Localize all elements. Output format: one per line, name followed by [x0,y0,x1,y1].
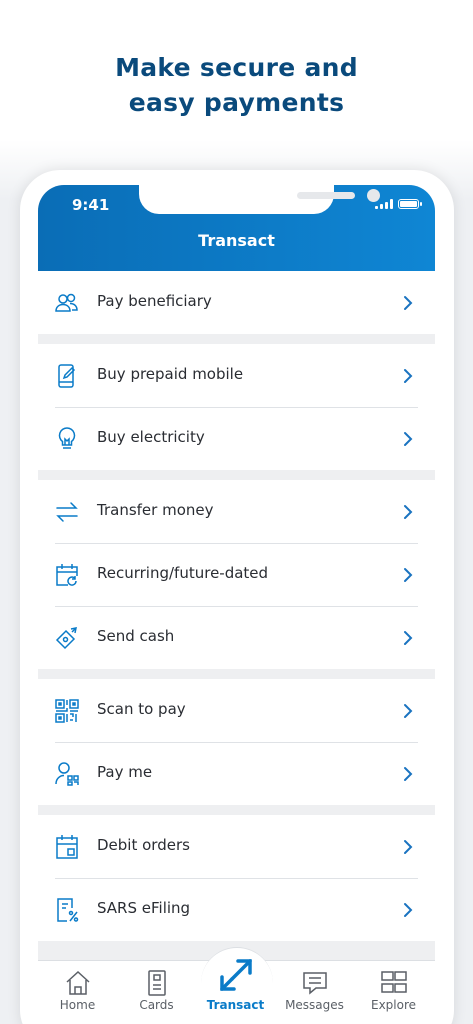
chevron-right-icon [404,432,413,446]
tab-transact[interactable]: Transact [196,959,275,1024]
chevron-right-icon [404,767,413,781]
menu-item-send-cash[interactable]: Send cash [38,606,435,669]
chevron-right-icon [404,631,413,645]
tab-label: Home [59,998,96,1012]
menu-item-buy-prepaid-mobile[interactable]: Buy prepaid mobile [38,344,435,407]
phone-screen: 9:41 Transact Pay beneficiary Buy prepai… [38,185,435,1024]
page-title: Transact [198,231,275,250]
menu-item-label: SARS eFiling [97,899,191,917]
tab-label: Explore [370,998,417,1012]
menu-group: Pay beneficiary [38,271,435,334]
menu-item-buy-electricity[interactable]: Buy electricity [38,407,435,470]
signal-icon [375,199,393,209]
person-qr-icon [55,762,79,786]
tab-messages[interactable]: Messages [275,961,354,1024]
phone-notch [139,185,380,214]
tab-label: Cards [139,998,174,1012]
menu-item-label: Recurring/future-dated [97,564,269,582]
status-time: 9:41 [72,196,110,214]
transact-icon [220,959,252,991]
chevron-right-icon [404,296,413,310]
menu-item-debit-orders[interactable]: Debit orders [38,815,435,878]
mobile-edit-icon [58,364,76,388]
menu-group: Debit orders SARS eFiling [38,815,435,941]
menu-item-label: Transfer money [97,501,214,519]
promo-headline-line1: Make secure and [115,53,358,82]
menu-item-transfer-money[interactable]: Transfer money [38,480,435,543]
lightbulb-icon [58,427,76,449]
chevron-right-icon [404,903,413,917]
menu-item-label: Buy prepaid mobile [97,365,244,383]
app-header: 9:41 Transact [38,185,435,271]
tab-label: Messages [285,998,344,1012]
chevron-right-icon [404,704,413,718]
menu-item-label: Debit orders [97,836,190,854]
calendar-recurring-icon [56,564,78,586]
battery-icon [398,199,422,209]
chevron-right-icon [404,505,413,519]
menu-group: Buy prepaid mobile Buy electricity [38,344,435,470]
tab-label: Transact [206,998,265,1012]
chevron-right-icon [404,369,413,383]
speaker-grille [297,192,355,199]
tab-cards[interactable]: Cards [117,961,196,1024]
messages-icon [303,972,327,995]
home-icon [66,970,90,995]
menu-item-label: Pay me [97,763,153,781]
transfer-arrows-icon [56,502,78,522]
menu-item-pay-me[interactable]: Pay me [38,742,435,805]
promo-headline-line2: easy payments [128,88,345,117]
menu-group: Transfer money Recurring/future-dated Se… [38,480,435,669]
tab-home[interactable]: Home [38,961,117,1024]
menu-item-label: Scan to pay [97,700,186,718]
status-icons [375,199,422,209]
menu-group: Scan to pay Pay me [38,679,435,805]
menu-item-scan-to-pay[interactable]: Scan to pay [38,679,435,742]
chevron-right-icon [404,840,413,854]
calendar-debit-icon [56,835,78,859]
tab-explore[interactable]: Explore [354,961,433,1024]
menu-item-label: Buy electricity [97,428,205,446]
people-icon [55,293,78,312]
bottom-tab-bar: Home Cards Transact Messages Explore [38,947,435,1024]
card-icon [148,970,166,996]
transact-menu: Pay beneficiary Buy prepaid mobile Buy e… [38,271,435,951]
menu-item-label: Send cash [97,627,175,645]
menu-item-recurring-future-dated[interactable]: Recurring/future-dated [38,543,435,606]
send-cash-icon [55,627,77,650]
qr-code-icon [55,699,79,723]
menu-item-pay-beneficiary[interactable]: Pay beneficiary [38,271,435,334]
menu-item-sars-efiling[interactable]: SARS eFiling [38,878,435,941]
explore-grid-icon [381,971,407,993]
promo-headline: Make secure and easy payments [0,50,473,120]
chevron-right-icon [404,568,413,582]
menu-item-label: Pay beneficiary [97,292,212,310]
document-percent-icon [57,898,79,922]
